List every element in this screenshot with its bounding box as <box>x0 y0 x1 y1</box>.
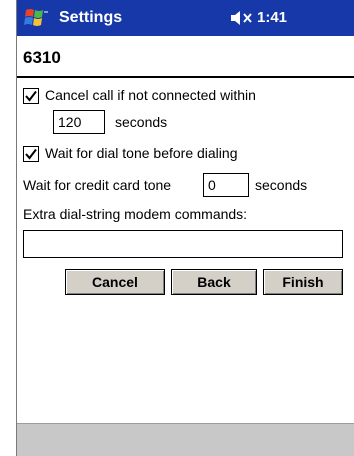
device-frame: Settings 1:41 6310 Cancel call if not co… <box>0 0 354 456</box>
cancel-call-label: Cancel call if not connected within <box>45 87 256 103</box>
cancel-button[interactable]: Cancel <box>65 269 165 295</box>
finish-button[interactable]: Finish <box>263 269 343 295</box>
cancel-call-checkbox[interactable] <box>23 88 39 104</box>
speaker-muted-icon[interactable] <box>229 10 255 26</box>
back-button[interactable]: Back <box>171 269 257 295</box>
menu-bar <box>17 423 354 456</box>
cancel-call-unit: seconds <box>115 114 168 130</box>
title-bar: Settings 1:41 <box>17 0 354 36</box>
extra-commands-field[interactable] <box>23 230 343 258</box>
left-edge <box>0 0 16 456</box>
page-title: 6310 <box>23 48 61 67</box>
credit-card-tone-field[interactable]: 0 <box>203 173 249 197</box>
windows-flag-icon[interactable] <box>23 6 53 30</box>
extra-commands-label: Extra dial-string modem commands: <box>23 206 248 222</box>
wait-dial-tone-label: Wait for dial tone before dialing <box>45 145 238 161</box>
credit-card-tone-unit: seconds <box>255 177 308 193</box>
wait-dial-tone-checkbox[interactable] <box>23 146 39 162</box>
app-title: Settings <box>59 9 123 26</box>
clock[interactable]: 1:41 <box>257 0 287 36</box>
cancel-call-seconds-field[interactable]: 120 <box>53 110 105 134</box>
heading-divider <box>17 76 354 78</box>
credit-card-tone-label: Wait for credit card tone <box>23 177 172 193</box>
screen: Settings 1:41 6310 Cancel call if not co… <box>16 0 354 456</box>
